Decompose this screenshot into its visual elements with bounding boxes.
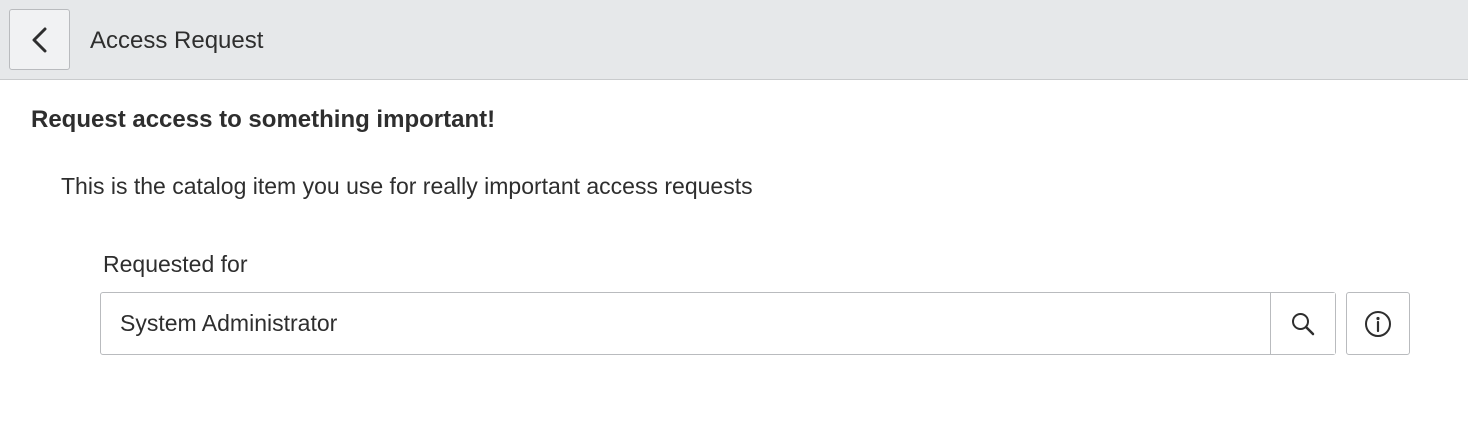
search-icon [1290,311,1316,337]
page-header: Access Request [0,0,1468,80]
chevron-left-icon [31,27,49,53]
catalog-item-description: This is the catalog item you use for rea… [61,173,753,199]
page-title: Access Request [90,27,264,54]
info-button[interactable] [1346,292,1410,355]
requested-for-field [100,292,1336,355]
catalog-item-title: Request access to something important! [31,106,496,133]
requested-for-input[interactable] [101,293,1270,354]
back-button[interactable] [9,9,70,70]
lookup-button[interactable] [1270,293,1335,354]
requested-for-label: Requested for [103,251,248,277]
info-icon [1364,310,1392,338]
